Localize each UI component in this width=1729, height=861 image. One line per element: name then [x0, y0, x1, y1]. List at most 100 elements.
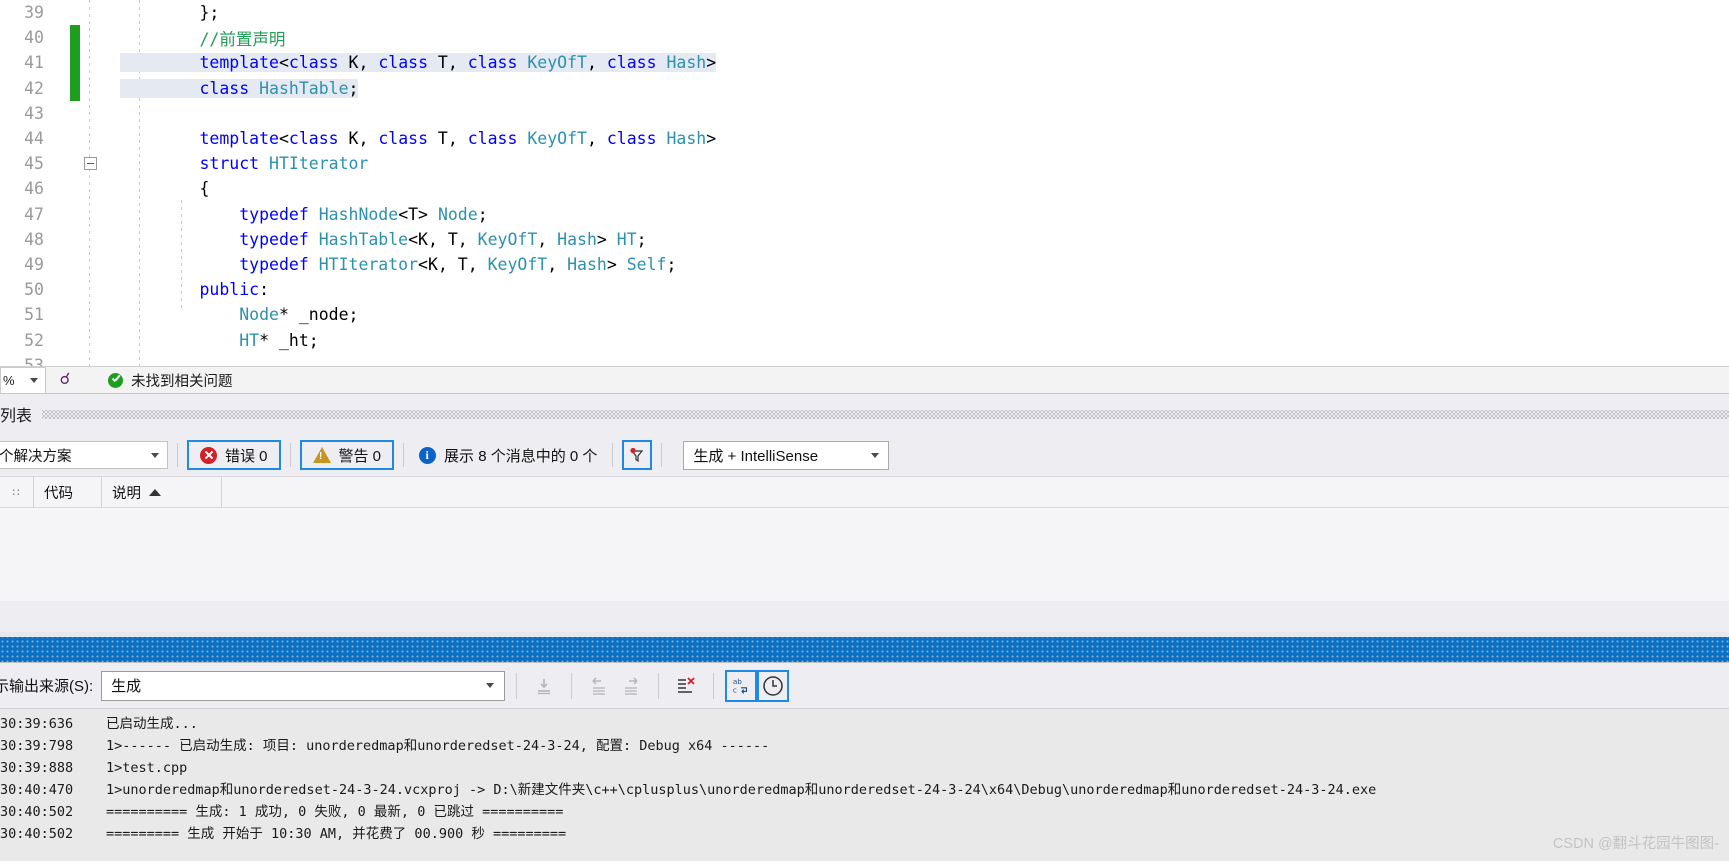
toolbar-separator	[713, 672, 715, 699]
collapse-toggle-icon[interactable]	[84, 157, 97, 171]
chevron-down-icon	[30, 377, 38, 383]
output-timestamp: 30:40:502	[0, 826, 74, 842]
line-number: 43	[24, 103, 44, 123]
code-token: template	[199, 53, 279, 73]
code-line[interactable]: 45 struct HTIterator	[0, 151, 1729, 176]
messages-toggle-button[interactable]: 展示 8 个消息中的 0 个	[413, 445, 603, 466]
column-header[interactable]: 代码	[34, 476, 102, 508]
code-line[interactable]: 51 Node* _node;	[0, 302, 1729, 327]
filter-button[interactable]	[622, 440, 653, 470]
code-line[interactable]: 49 typedef HTIterator<K, T, KeyOfT, Hash…	[0, 252, 1729, 277]
outlining-margin[interactable]	[80, 252, 102, 277]
code-token: >	[596, 229, 617, 249]
go-to-previous-icon	[592, 676, 606, 695]
zoom-level-combo[interactable]: %	[0, 366, 46, 394]
outlining-margin[interactable]	[80, 25, 102, 50]
output-pane-splitter[interactable]	[0, 637, 1729, 662]
code-token: typedef	[239, 204, 309, 224]
output-timestamp: 30:39:636	[0, 716, 74, 732]
filter-error-icon	[629, 447, 645, 463]
find-message-button[interactable]	[528, 670, 560, 702]
code-token: ,	[586, 53, 607, 73]
scope-filter-combo[interactable]: 个解决方案	[0, 441, 168, 469]
column-header[interactable]: 说明	[102, 476, 222, 508]
outlining-margin[interactable]	[80, 202, 102, 227]
code-token: :	[259, 280, 270, 300]
warning-icon	[312, 447, 331, 463]
outlining-margin[interactable]	[80, 176, 102, 201]
change-marker	[70, 0, 80, 25]
code-line[interactable]: 42 class HashTable;	[0, 75, 1729, 101]
code-token: HT	[616, 229, 637, 249]
code-line[interactable]: 43	[0, 101, 1729, 126]
code-token: public	[199, 280, 260, 300]
go-to-next-button[interactable]	[615, 670, 647, 702]
code-token: Node	[437, 204, 478, 224]
code-line[interactable]: 46 {	[0, 176, 1729, 201]
code-token: class	[288, 53, 339, 73]
code-editor[interactable]: 39 }; 40 //前置声明 41 template<class K, class…	[0, 0, 1729, 366]
line-number: 42	[24, 78, 44, 98]
output-timestamp: 30:40:502	[0, 804, 74, 820]
error-list-column-headers: ∷ 代码 说明	[0, 476, 1729, 508]
output-source-combo[interactable]: 生成	[101, 670, 506, 701]
output-timestamp: 30:39:888	[0, 760, 74, 776]
code-token: * _ht;	[259, 330, 319, 350]
code-token: };	[120, 3, 220, 23]
outlining-margin[interactable]	[80, 302, 102, 327]
toggle-word-wrap-icon: ab c	[733, 677, 748, 694]
change-marker	[70, 151, 80, 176]
column-header-pin[interactable]: ∷	[0, 476, 34, 508]
code-token: ;	[666, 254, 677, 274]
svg-text:c: c	[733, 685, 737, 694]
error-list-panel: 列表 个解决方案 错误 0 警告 0 展示 8 个消息中的 0 个	[0, 393, 1729, 637]
error-list-rows[interactable]	[0, 508, 1729, 601]
outlining-margin[interactable]	[80, 0, 102, 25]
line-number: 48	[24, 229, 44, 249]
code-line[interactable]: 40 //前置声明	[0, 25, 1729, 51]
outlining-margin[interactable]	[80, 277, 102, 302]
code-text-inner: template<class K, class T, class KeyOfT,…	[120, 53, 717, 73]
errors-toggle-button[interactable]: 错误 0	[187, 440, 281, 470]
toggle-word-wrap-button[interactable]: ab c	[725, 669, 758, 702]
code-line[interactable]: 50 public:	[0, 277, 1729, 302]
output-message: ========== 生成: 1 成功, 0 失败, 0 最新, 0 已跳过 =…	[106, 804, 564, 820]
go-to-previous-button[interactable]	[583, 670, 615, 702]
outlining-margin[interactable]	[80, 76, 102, 101]
build-intellisense-combo[interactable]: 生成 + IntelliSense	[683, 440, 890, 470]
code-line[interactable]: 41 template<class K, class T, class KeyO…	[0, 50, 1729, 76]
code-token: <	[278, 53, 289, 73]
clear-all-button[interactable]	[670, 670, 702, 702]
code-line[interactable]: 48 typedef HashTable<K, T, KeyOfT, Hash>…	[0, 227, 1729, 252]
output-timestamp: 30:39:798	[0, 738, 74, 754]
outlining-margin[interactable]	[80, 101, 102, 126]
outlining-margin[interactable]	[80, 227, 102, 252]
outlining-margin[interactable]	[80, 126, 102, 151]
outlining-margin[interactable]	[80, 327, 102, 352]
intellicode-icon[interactable]: ☌	[52, 372, 78, 388]
code-token: typedef	[239, 254, 309, 274]
line-number: 50	[24, 280, 44, 300]
code-line[interactable]: 52 HT* _ht;	[0, 327, 1729, 352]
code-token: Node	[239, 305, 279, 325]
code-line[interactable]: 47 typedef HashNode<T> Node;	[0, 202, 1729, 227]
code-line[interactable]: 44 template<class K, class T, class KeyO…	[0, 126, 1729, 151]
warnings-toggle-button[interactable]: 警告 0	[299, 440, 395, 470]
code-text: public:	[102, 280, 269, 299]
output-text[interactable]: 30:39:636 已启动生成... 30:39:798 1>------ 已启动生成…	[0, 709, 1729, 845]
outlining-margin[interactable]	[80, 353, 102, 366]
toggle-timestamps-button[interactable]	[757, 669, 790, 702]
code-line[interactable]: 39 };	[0, 0, 1729, 25]
code-line[interactable]: 53	[0, 353, 1729, 366]
chevron-down-icon	[871, 452, 880, 458]
outlining-margin[interactable]	[80, 151, 102, 176]
code-text: typedef HashTable<K, T, KeyOfT, Hash> HT…	[102, 229, 646, 249]
outlining-margin[interactable]	[80, 50, 102, 75]
column-header-label: 代码	[44, 485, 73, 502]
code-text-inner: public:	[120, 280, 269, 299]
toolbar-drag-rail[interactable]	[42, 409, 1729, 419]
chevron-down-icon	[151, 452, 159, 458]
code-text-inner: typedef HashNode<T> Node;	[120, 204, 487, 224]
